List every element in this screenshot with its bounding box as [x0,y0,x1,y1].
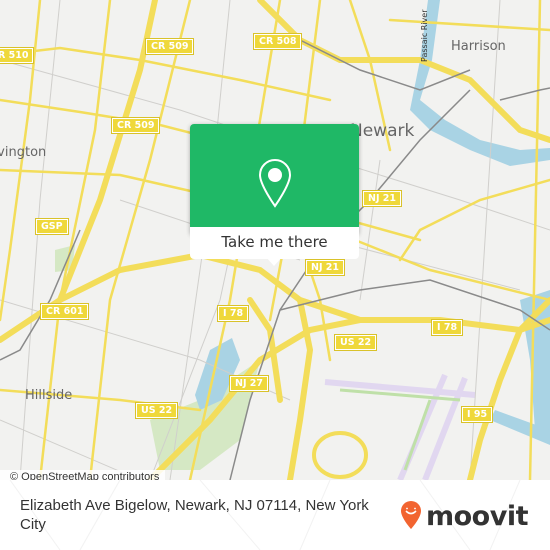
moovit-logo[interactable]: moovit [400,500,529,534]
footer: Elizabeth Ave Bigelow, Newark, NJ 07114,… [0,480,550,550]
moovit-wordmark: moovit [426,501,529,532]
location-popup: Take me there [190,124,359,266]
take-me-there-button[interactable]: Take me there [190,227,359,259]
route-shield-cr510: CR 510 [0,47,35,64]
place-label-newark: Newark [350,121,415,141]
route-shield-cr509: CR 509 [144,38,195,55]
route-shield-nj21-2: NJ 21 [304,259,346,276]
route-shield-us22-2: US 22 [134,402,179,419]
river-label-passaic: Passaic River [420,9,429,63]
route-shield-cr508: CR 508 [252,33,303,50]
place-label-harrison: Harrison [451,39,506,54]
route-shield-cr601: CR 601 [39,303,90,320]
route-shield-i78-2: I 78 [430,319,464,336]
place-label-hillside: Hillside [25,388,73,403]
route-shield-nj27: NJ 27 [228,375,270,392]
popup-pointer [266,257,282,266]
route-shield-i95: I 95 [460,406,494,423]
route-shield-cr509-2: CR 509 [110,117,161,134]
place-label-irvington: Irvington [0,145,47,160]
route-shield-nj21: NJ 21 [361,190,403,207]
moovit-pin-icon [400,500,422,534]
popup-header [190,124,359,227]
route-shield-i78: I 78 [216,305,250,322]
route-shield-us22: US 22 [333,334,378,351]
route-shield-gsp: GSP [35,218,69,235]
address-text: Elizabeth Ave Bigelow, Newark, NJ 07114,… [20,497,369,533]
map-view[interactable]: Newark Harrison Irvington Hillside Passa… [0,0,550,480]
map-attribution[interactable]: © OpenStreetMap contributors [0,470,166,480]
